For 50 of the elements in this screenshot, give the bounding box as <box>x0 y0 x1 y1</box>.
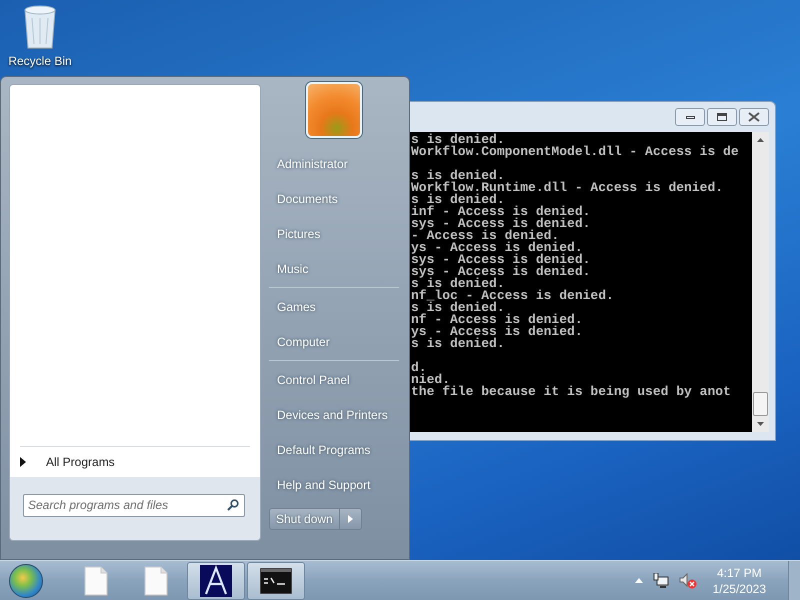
shut-down-button[interactable]: Shut down <box>269 508 340 530</box>
desktop-icon-label: Recycle Bin <box>8 53 72 70</box>
scroll-down-arrow-icon[interactable] <box>757 422 764 426</box>
start-menu-item[interactable]: Pictures <box>269 216 399 251</box>
start-menu-item[interactable]: Administrator <box>269 146 399 181</box>
start-menu-item[interactable]: Control Panel <box>269 362 399 397</box>
muted-speaker-icon[interactable] <box>678 572 697 588</box>
triangle-icon <box>348 515 353 523</box>
console-line: sys - Access is denied. <box>411 216 590 231</box>
start-menu-item[interactable]: Games <box>269 289 399 324</box>
start-menu-item[interactable]: Music <box>269 251 399 286</box>
close-button[interactable] <box>739 108 769 126</box>
close-icon <box>748 112 760 122</box>
letter-a-app-icon <box>200 564 232 596</box>
all-programs-item[interactable]: All Programs <box>10 447 260 477</box>
scroll-thumb[interactable] <box>753 392 768 416</box>
start-button[interactable] <box>9 564 43 598</box>
console-line: ys - Access is denied. <box>411 240 583 255</box>
start-menu-item[interactable]: Documents <box>269 181 399 216</box>
maximize-button[interactable] <box>707 108 737 126</box>
console-line: nf - Access is denied. <box>411 312 583 327</box>
recycle-bin-icon[interactable] <box>22 4 58 50</box>
console-line: d. <box>411 360 427 375</box>
console-line: Workflow.Runtime.dll - Access is denied. <box>411 180 724 195</box>
triangle-icon <box>20 457 26 467</box>
console-icon <box>260 568 292 594</box>
console-line: ys - Access is denied. <box>411 324 583 339</box>
user-picture <box>306 82 362 138</box>
start-menu-item[interactable]: Computer <box>269 324 399 359</box>
scrollbar[interactable] <box>752 132 769 432</box>
shut-down-options-button[interactable] <box>340 508 362 530</box>
show-hidden-icons-icon[interactable] <box>634 578 643 583</box>
start-menu-item[interactable]: Devices and Printers <box>269 397 399 432</box>
network-icon[interactable] <box>652 572 669 588</box>
clock-time: 4:17 PM <box>716 564 762 580</box>
console-line: nf_loc - Access is denied. <box>411 288 614 303</box>
search-icon[interactable] <box>227 499 239 511</box>
console-line: the file because it is being used by anot <box>411 384 731 399</box>
taskbar-button[interactable] <box>247 562 305 600</box>
clock-date: 1/25/2023 <box>712 580 766 596</box>
console-line: Workflow.ComponentModel.dll - Access is de <box>411 144 739 159</box>
search-field[interactable]: Search programs and files <box>23 494 245 516</box>
taskbar-button[interactable] <box>187 562 245 600</box>
document-icon <box>144 566 168 596</box>
minimize-button[interactable] <box>675 108 705 126</box>
console-line: inf - Access is denied. <box>411 204 590 219</box>
scroll-up-arrow-icon[interactable] <box>757 138 764 142</box>
document-icon <box>84 566 108 596</box>
start-menu-item[interactable]: Help and Support <box>269 467 399 502</box>
start-menu-item[interactable]: Default Programs <box>269 432 399 467</box>
